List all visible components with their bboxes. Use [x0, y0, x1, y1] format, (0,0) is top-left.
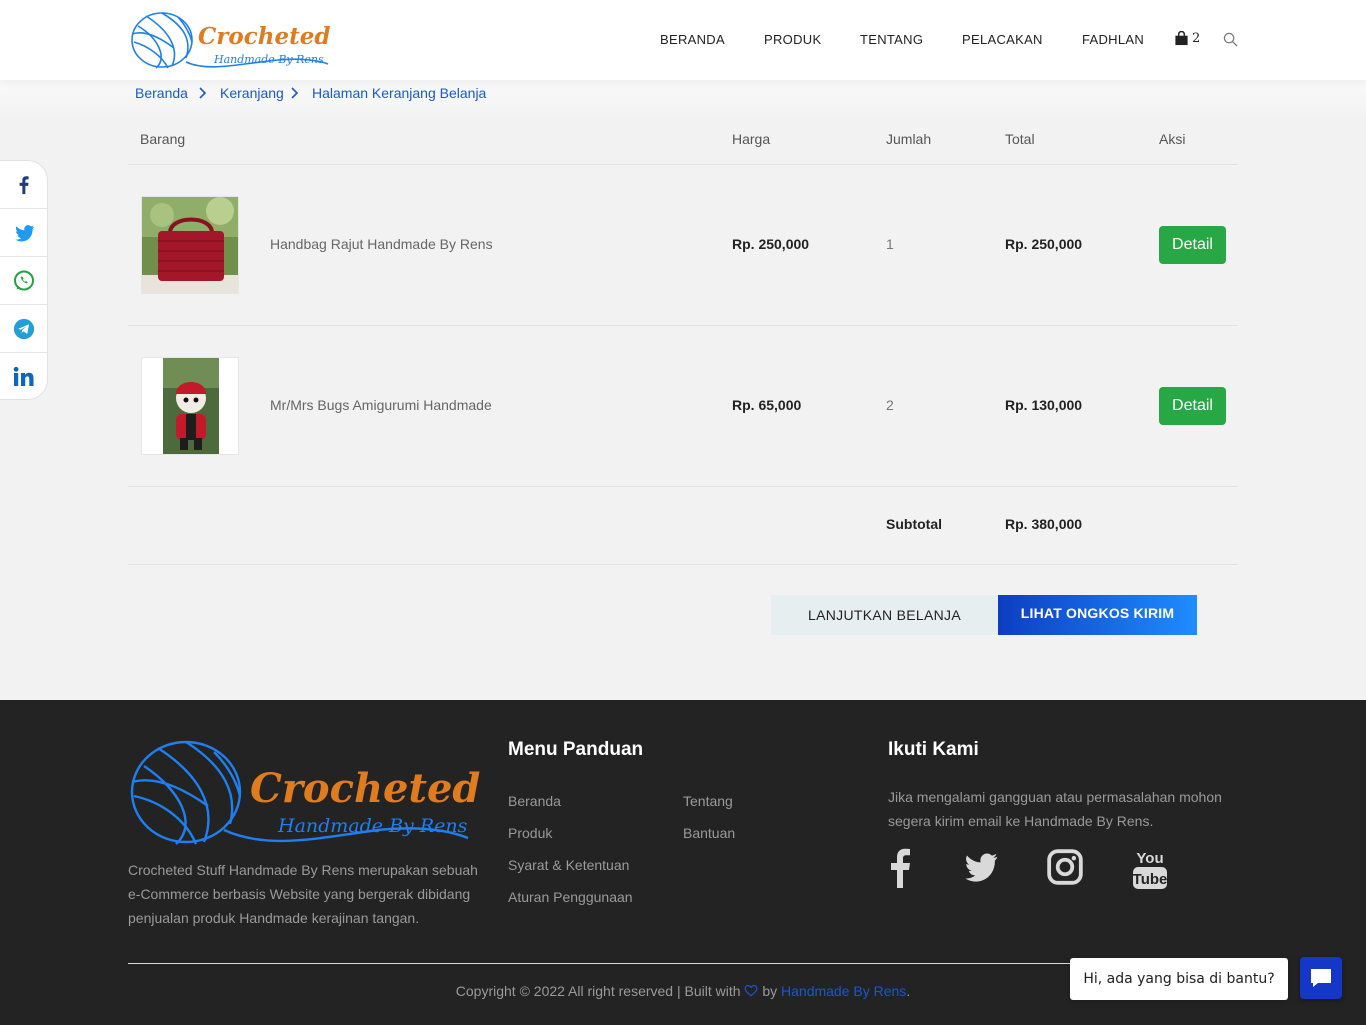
product-name[interactable]: Mr/Mrs Bugs Amigurumi Handmade: [270, 397, 492, 413]
site-header: Crocheted Stuff Handmade By Rens BERANDA…: [0, 0, 1366, 80]
chevron-right-icon: [199, 87, 207, 99]
telegram-icon: [13, 318, 34, 339]
nav-beranda[interactable]: BERANDA: [660, 32, 725, 47]
share-facebook[interactable]: [0, 161, 47, 209]
nav-tentang[interactable]: TENTANG: [860, 32, 923, 47]
footer-logo[interactable]: Crocheted Stuff Handmade By Rens: [128, 738, 483, 848]
breadcrumb-keranjang[interactable]: Keranjang: [220, 85, 284, 101]
col-total: Total: [1005, 131, 1035, 147]
divider: [128, 486, 1238, 487]
search-icon[interactable]: [1223, 32, 1238, 47]
chat-button[interactable]: [1300, 957, 1342, 999]
footer-link-produk[interactable]: Produk: [508, 825, 552, 841]
share-telegram[interactable]: [0, 305, 47, 353]
facebook-icon[interactable]: [888, 848, 912, 888]
col-aksi: Aksi: [1159, 131, 1186, 147]
subtotal-label: Subtotal: [886, 516, 942, 532]
share-whatsapp[interactable]: [0, 257, 47, 305]
col-jumlah: Jumlah: [886, 131, 932, 147]
svg-text:Tube: Tube: [1133, 871, 1168, 888]
footer-link-syarat[interactable]: Syarat & Ketentuan: [508, 857, 629, 873]
divider: [128, 325, 1238, 326]
chevron-right-icon: [291, 87, 299, 99]
detail-button[interactable]: Detail: [1159, 387, 1226, 425]
footer-link-bantuan[interactable]: Bantuan: [683, 825, 735, 841]
footer-link-beranda[interactable]: Beranda: [508, 793, 561, 809]
divider: [128, 564, 1238, 565]
divider: [128, 164, 1238, 165]
nav-pelacakan[interactable]: PELACAKAN: [962, 32, 1043, 47]
detail-button[interactable]: Detail: [1159, 226, 1226, 264]
footer-link-aturan[interactable]: Aturan Penggunaan: [508, 889, 633, 905]
col-harga: Harga: [732, 131, 771, 147]
linkedin-icon: [13, 366, 33, 386]
footer-follow-text: Jika mengalami gangguan atau permasalaha…: [888, 789, 1222, 829]
product-image-amigurumi[interactable]: [141, 357, 239, 455]
cart-button[interactable]: 2: [1174, 31, 1200, 46]
share-twitter[interactable]: [0, 209, 47, 257]
svg-text:Handmade By Rens: Handmade By Rens: [213, 53, 324, 66]
chat-greeting[interactable]: Hi, ada yang bisa di bantu?: [1070, 958, 1288, 1000]
product-qty: 2: [886, 397, 894, 413]
svg-text:You: You: [1136, 850, 1163, 867]
instagram-icon[interactable]: [1046, 848, 1084, 886]
share-sidebar: [0, 160, 48, 400]
twitter-icon: [14, 224, 34, 241]
view-shipping-cost-button[interactable]: LIHAT ONGKOS KIRIM: [998, 595, 1197, 635]
whatsapp-icon: [13, 270, 34, 290]
site-logo[interactable]: Crocheted Stuff Handmade By Rens: [128, 8, 338, 72]
product-image-handbag[interactable]: [141, 196, 239, 294]
continue-shopping-button[interactable]: LANJUTKAN BELANJA: [771, 595, 998, 635]
cart-count: 2: [1192, 31, 1201, 46]
footer-menu-title: Menu Panduan: [508, 739, 644, 760]
facebook-icon: [19, 175, 29, 194]
product-price: Rp. 65,000: [732, 397, 802, 413]
product-total: Rp. 250,000: [1005, 236, 1083, 252]
col-barang: Barang: [140, 131, 186, 147]
nav-user-fadhlan[interactable]: FADHLAN: [1082, 32, 1144, 47]
subtotal-value: Rp. 380,000: [1005, 516, 1083, 532]
product-price: Rp. 250,000: [732, 236, 810, 252]
product-total: Rp. 130,000: [1005, 397, 1083, 413]
svg-text:Crocheted Stuff: Crocheted Stuff: [198, 23, 338, 50]
copyright-brand-link[interactable]: Handmade By Rens: [781, 983, 906, 999]
chat-icon: [1311, 969, 1331, 987]
breadcrumb-current: Halaman Keranjang Belanja: [312, 85, 487, 101]
share-linkedin[interactable]: [0, 353, 47, 401]
heart-icon: [745, 984, 758, 997]
product-qty: 1: [886, 236, 894, 252]
breadcrumb-beranda[interactable]: Beranda: [135, 85, 188, 101]
shopping-bag-icon: [1175, 31, 1188, 46]
footer-link-tentang[interactable]: Tentang: [683, 793, 733, 809]
svg-text:Handmade By Rens: Handmade By Rens: [277, 815, 468, 837]
nav-produk[interactable]: PRODUK: [764, 32, 821, 47]
footer-follow-title: Ikuti Kami: [888, 739, 979, 760]
product-name[interactable]: Handbag Rajut Handmade By Rens: [270, 236, 493, 252]
footer-description: Crocheted Stuff Handmade By Rens merupak…: [128, 862, 478, 926]
svg-text:Crocheted Stuff: Crocheted Stuff: [250, 765, 483, 812]
youtube-icon[interactable]: You Tube: [1131, 848, 1169, 890]
twitter-icon[interactable]: [961, 848, 999, 886]
